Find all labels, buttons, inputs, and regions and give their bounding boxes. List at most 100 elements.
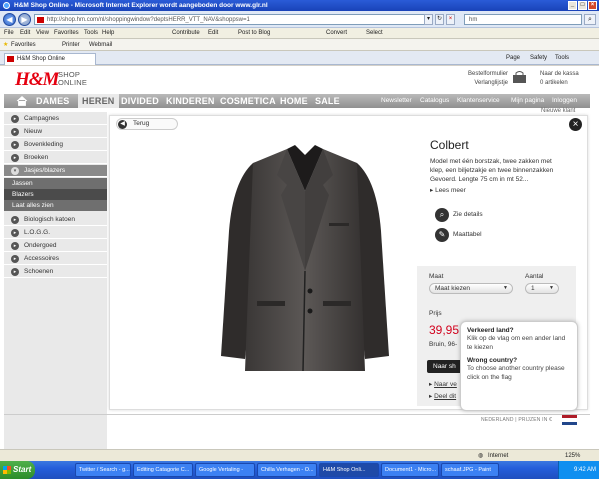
- url-dropdown-button[interactable]: ▾: [424, 14, 433, 25]
- hm-favicon: [37, 17, 44, 23]
- page-menu[interactable]: Page: [506, 54, 520, 63]
- menu-file[interactable]: File: [4, 28, 14, 39]
- sidebar-item-label: Biologisch katoen: [24, 216, 75, 223]
- url-input[interactable]: http://shop.hm.com/nl/shoppingwindow?dep…: [34, 14, 430, 25]
- safety-menu[interactable]: Safety: [530, 54, 547, 63]
- sidebar-item-campagnes[interactable]: ▸ Campagnes: [4, 113, 107, 125]
- task-hm-shop[interactable]: H&M Shop Onli...: [319, 463, 379, 477]
- close-window-button[interactable]: ×: [588, 1, 597, 10]
- contribute-link[interactable]: Contribute: [172, 28, 200, 39]
- select-link[interactable]: Select: [366, 28, 383, 39]
- tools-menu[interactable]: Tools: [555, 54, 569, 63]
- share-link[interactable]: ▸ Deel dit: [429, 392, 456, 400]
- zie-details-button[interactable]: ⌕ Zie details: [435, 208, 483, 222]
- back-button[interactable]: ◀: [3, 13, 16, 26]
- task-editing[interactable]: Editing Catagorie C...: [133, 463, 193, 477]
- chevron-down-icon: ▼: [549, 285, 554, 291]
- newsletter-link[interactable]: Newsletter: [381, 94, 412, 108]
- clock: 9:42 AM: [573, 467, 596, 473]
- favorites-star-icon: ★: [3, 42, 9, 48]
- tooltip-heading-nl: Verkeerd land?: [467, 327, 514, 334]
- sidebar-item-schoenen[interactable]: ▸ Schoenen: [4, 266, 107, 278]
- window-title-bar: H&M Shop Online - Microsoft Internet Exp…: [0, 0, 599, 11]
- sidebar-item-logg[interactable]: ▸ L.O.G.G.: [4, 227, 107, 239]
- tab-label: H&M Shop Online: [17, 56, 66, 62]
- search-icon[interactable]: ⌕: [584, 14, 596, 25]
- refresh-button[interactable]: ↻: [435, 14, 444, 25]
- naar-link[interactable]: ▸ Naar ve: [429, 380, 457, 388]
- favorites-button[interactable]: Favorites: [11, 39, 36, 51]
- sidebar-item-accessoires[interactable]: ▸ Accessoires: [4, 253, 107, 265]
- search-value: hm: [469, 17, 478, 23]
- back-label: Terug: [133, 120, 150, 127]
- netherlands-flag-icon[interactable]: [562, 415, 577, 425]
- post-to-blog-link[interactable]: Post to Blog: [238, 28, 270, 39]
- printer-link[interactable]: Printer: [62, 39, 80, 51]
- maattabel-button[interactable]: ✎ Maattabel: [435, 228, 482, 242]
- task-chilla[interactable]: Chilla Verhagen - O...: [257, 463, 317, 477]
- inloggen-link[interactable]: Inloggen: [552, 94, 577, 108]
- task-google-vertaling[interactable]: Google Vertaling -: [195, 463, 255, 477]
- task-document1[interactable]: Document1 - Micro...: [381, 463, 439, 477]
- shopping-bag-icon[interactable]: [512, 71, 527, 84]
- convert-link[interactable]: Convert: [326, 28, 347, 39]
- menu-favorites[interactable]: Favorites: [54, 28, 79, 39]
- window-controls: _ □ ×: [568, 1, 597, 10]
- nav-dames[interactable]: DAMES: [36, 94, 70, 108]
- webmail-link[interactable]: Webmail: [89, 39, 112, 51]
- tooltip-heading-en: Wrong country?: [467, 357, 518, 364]
- product-image[interactable]: [215, 141, 395, 381]
- nav-home[interactable]: HOME: [280, 94, 308, 108]
- read-more-link[interactable]: ▸ Lees meer: [430, 186, 466, 194]
- start-button[interactable]: Start: [0, 461, 35, 479]
- hm-logo[interactable]: H&M: [15, 69, 59, 91]
- sidebar-item-broeken[interactable]: ▸ Broeken: [4, 152, 107, 164]
- product-description: Model met één borstzak, twee zakken met …: [430, 158, 554, 183]
- nav-cosmetica[interactable]: COSMETICA: [220, 94, 276, 108]
- nav-kinderen[interactable]: KINDEREN: [166, 94, 215, 108]
- menu-help[interactable]: Help: [102, 28, 114, 39]
- menu-edit[interactable]: Edit: [20, 28, 30, 39]
- sidebar-item-label: Ondergoed: [24, 242, 57, 249]
- sidebar-sub-laat-alles-zien[interactable]: Laat alles zien: [4, 200, 107, 211]
- sidebar-item-ondergoed[interactable]: ▸ Ondergoed: [4, 240, 107, 252]
- menu-tools[interactable]: Tools: [84, 28, 98, 39]
- nav-divided[interactable]: DIVIDED: [121, 94, 159, 108]
- nav-heren[interactable]: HEREN: [78, 94, 119, 108]
- nav-sale[interactable]: SALE: [315, 94, 340, 108]
- sidebar-sub-jassen[interactable]: Jassen: [4, 178, 107, 189]
- close-icon[interactable]: ×: [569, 118, 582, 131]
- sidebar-item-jasjes-blazers[interactable]: ▾ Jasjes/blazers: [4, 165, 107, 177]
- maat-label: Maat: [429, 273, 444, 280]
- sidebar-item-label: L.O.G.G.: [24, 229, 51, 236]
- task-twitter[interactable]: Twitter / Search - g...: [75, 463, 131, 477]
- sidebar-item-biologisch-katoen[interactable]: ▸ Biologisch katoen: [4, 214, 107, 226]
- chevron-right-icon: ▸: [11, 141, 19, 149]
- sidebar-item-label: Campagnes: [24, 115, 60, 122]
- sidebar-item-label: Accessoires: [24, 255, 60, 262]
- maximize-button[interactable]: □: [578, 1, 587, 10]
- home-icon[interactable]: [16, 95, 28, 107]
- mijn-pagina-link[interactable]: Mijn pagina: [511, 94, 544, 108]
- menu-view[interactable]: View: [36, 28, 49, 39]
- edit-link[interactable]: Edit: [208, 28, 218, 39]
- browser-tab[interactable]: H&M Shop Online: [4, 53, 96, 65]
- size-select[interactable]: Maat kiezen ▼: [429, 283, 513, 294]
- bestelformulier-link[interactable]: Bestelformulier: [453, 70, 508, 79]
- klantenservice-link[interactable]: Klantenservice: [457, 94, 500, 108]
- task-paint[interactable]: schaaf.JPG - Paint: [441, 463, 499, 477]
- nieuwe-klant-link[interactable]: Nieuwe klant: [541, 108, 575, 114]
- cart-summary[interactable]: Naar de kassa 0 artikelen: [540, 70, 579, 88]
- forward-button[interactable]: ▶: [18, 13, 31, 26]
- minimize-button[interactable]: _: [568, 1, 577, 10]
- sidebar-sub-blazers[interactable]: Blazers: [4, 189, 107, 200]
- verlanglijstje-link[interactable]: Verlanglijstje: [453, 79, 508, 88]
- quantity-select[interactable]: 1 ▼: [525, 283, 559, 294]
- catalogus-link[interactable]: Catalogus: [420, 94, 449, 108]
- sidebar-item-nieuw[interactable]: ▸ Nieuw: [4, 126, 107, 138]
- back-button[interactable]: ◀ Terug: [116, 118, 178, 130]
- stop-button[interactable]: ×: [446, 14, 455, 25]
- chevron-right-icon: ▸: [11, 115, 19, 123]
- search-input[interactable]: hm: [464, 14, 582, 25]
- sidebar-item-bovenkleding[interactable]: ▸ Bovenkleding: [4, 139, 107, 151]
